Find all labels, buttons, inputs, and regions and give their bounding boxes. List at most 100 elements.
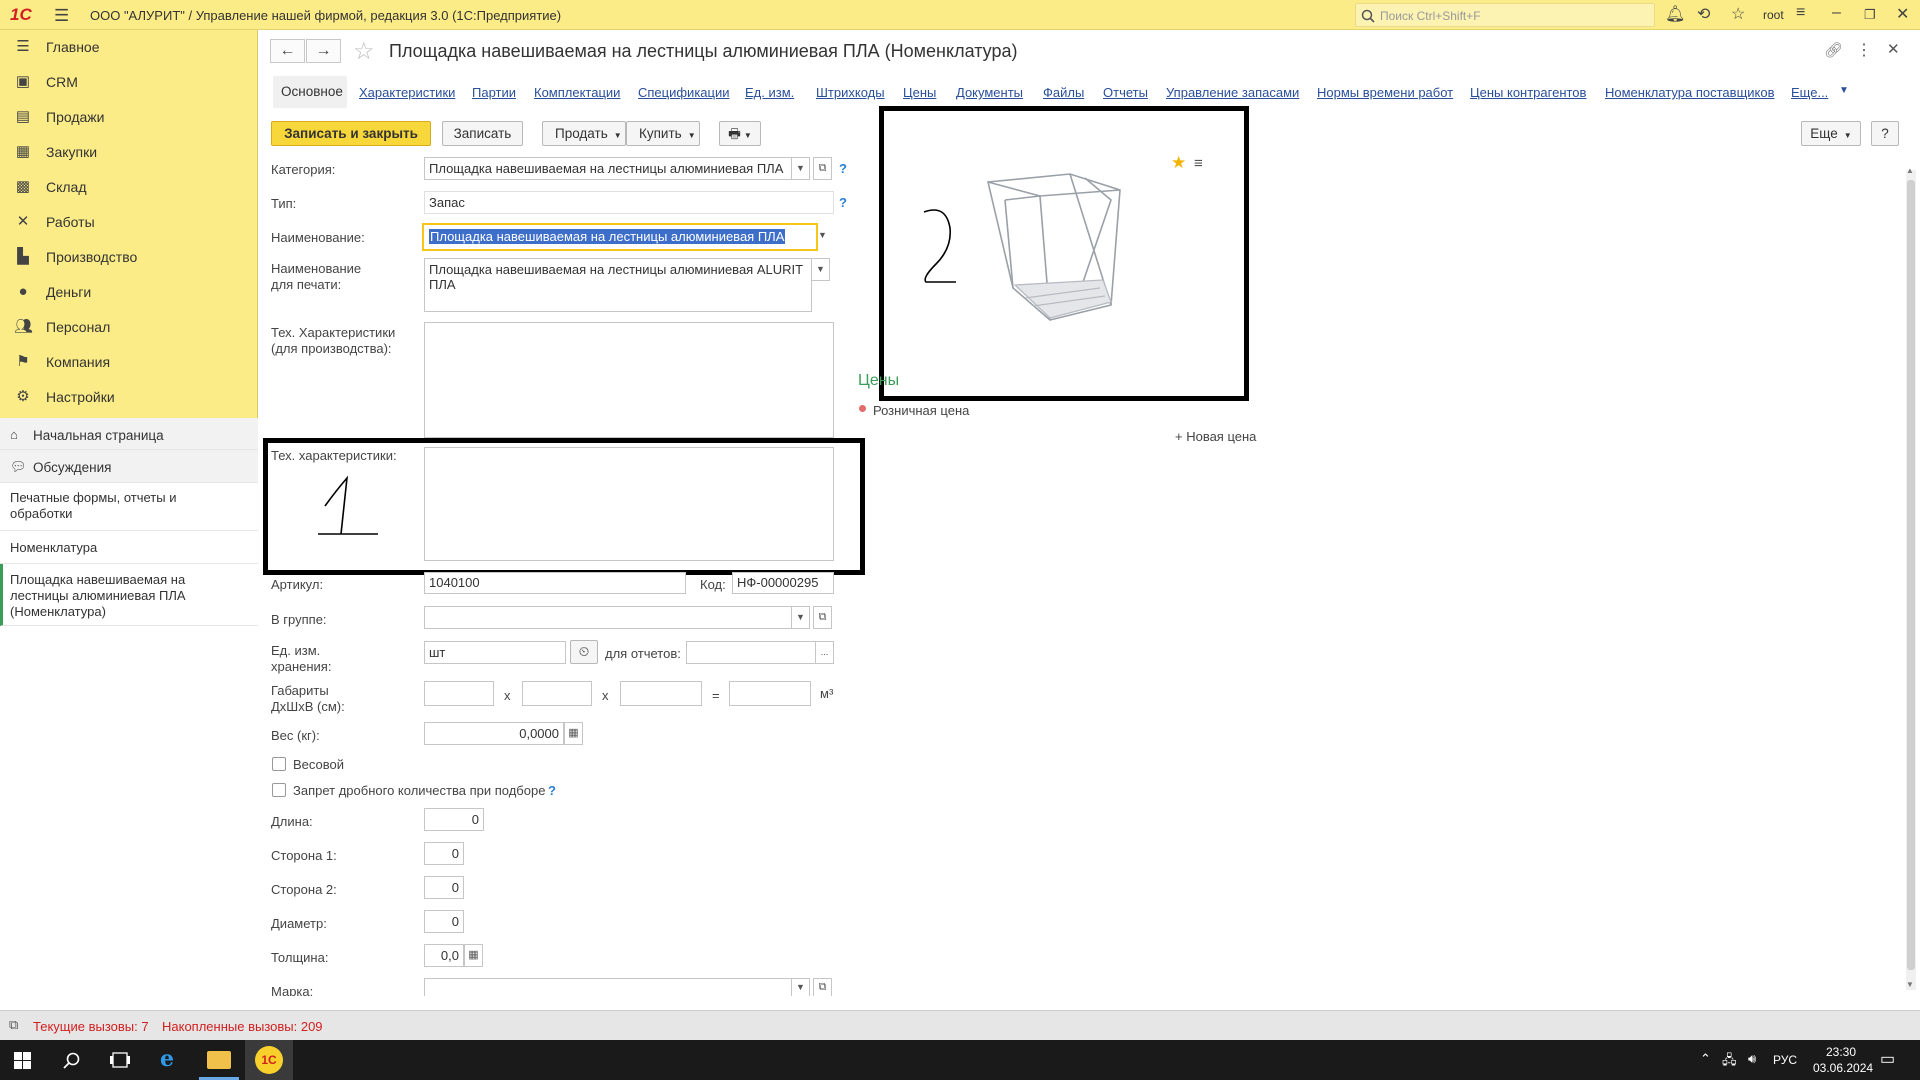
- save-button[interactable]: Записать: [442, 121, 523, 146]
- sidebar-item-sales[interactable]: ▤ Продажи: [0, 100, 258, 135]
- ie-icon[interactable]: e: [160, 1046, 174, 1072]
- name-dropdown-icon[interactable]: ▼: [813, 225, 832, 248]
- tab-units[interactable]: Ед. изм.: [745, 85, 794, 100]
- main-image-star-icon[interactable]: ★: [1171, 153, 1186, 173]
- calculator-icon[interactable]: ▦: [564, 722, 583, 745]
- new-price-link[interactable]: + Новая цена: [1175, 429, 1256, 444]
- tab-counterparty-prices[interactable]: Цены контрагентов: [1470, 85, 1586, 100]
- tray-chevron-icon[interactable]: ⌃: [1700, 1051, 1711, 1067]
- thickness-input[interactable]: 0,0: [424, 944, 464, 967]
- help-icon[interactable]: ?: [839, 161, 847, 176]
- sidebar-item-works[interactable]: ✕ Работы: [0, 205, 258, 240]
- task-view-icon[interactable]: [110, 1052, 130, 1068]
- settings-menu-icon[interactable]: ≡: [1796, 4, 1805, 22]
- diameter-input[interactable]: 0: [424, 910, 464, 933]
- help-icon[interactable]: ?: [548, 783, 556, 798]
- buy-button[interactable]: Купить ▼: [626, 121, 700, 146]
- onec-taskbar-button[interactable]: 1С: [245, 1040, 293, 1080]
- sidebar-print-forms[interactable]: Печатные формы, отчеты и обработки: [0, 483, 258, 531]
- main-menu-icon[interactable]: ☰: [54, 6, 69, 26]
- tab-specifications[interactable]: Спецификации: [638, 85, 730, 100]
- close-window-icon[interactable]: ✕: [1896, 4, 1909, 24]
- tech-textarea[interactable]: [424, 447, 834, 561]
- taskbar-search-icon[interactable]: [63, 1052, 80, 1069]
- explorer-icon[interactable]: [207, 1051, 231, 1069]
- tab-documents[interactable]: Документы: [956, 85, 1023, 100]
- notification-center-icon[interactable]: ▭: [1880, 1049, 1895, 1069]
- sidebar-discussions[interactable]: 💬︎ Обсуждения: [0, 450, 258, 483]
- tab-reports[interactable]: Отчеты: [1103, 85, 1148, 100]
- sidebar-item-money[interactable]: ● Деньги: [0, 275, 258, 310]
- forward-button[interactable]: →: [306, 39, 341, 63]
- tab-more[interactable]: Еще...: [1791, 85, 1828, 100]
- weighted-checkbox[interactable]: [272, 757, 286, 771]
- sidebar-item-crm[interactable]: ▣ CRM: [0, 65, 258, 100]
- dim-length-input[interactable]: [424, 681, 494, 706]
- weight-input[interactable]: 0,0000: [424, 722, 564, 745]
- language-indicator[interactable]: РУС: [1773, 1053, 1797, 1067]
- help-button[interactable]: ?: [1871, 121, 1899, 146]
- print-name-dropdown-icon[interactable]: ▼: [811, 258, 830, 281]
- scrollbar-thumb[interactable]: [1907, 180, 1915, 970]
- print-button[interactable]: 🖶︎ ▼: [719, 121, 761, 146]
- retail-price-label[interactable]: Розничная цена: [873, 403, 969, 418]
- more-button[interactable]: Еще ▼: [1801, 121, 1861, 146]
- notifications-icon[interactable]: 🔔︎: [1665, 4, 1685, 24]
- dim-height-input[interactable]: [620, 681, 702, 706]
- sidebar-home[interactable]: ⌂ Начальная страница: [0, 418, 258, 450]
- sidebar-item-main[interactable]: ☰ Главное: [0, 30, 258, 65]
- sidebar-item-company[interactable]: ⚑ Компания: [0, 345, 258, 380]
- network-icon[interactable]: 🖧︎: [1722, 1051, 1737, 1073]
- unit-input[interactable]: шт: [424, 641, 566, 664]
- windows-start-icon[interactable]: [14, 1052, 31, 1069]
- history-icon[interactable]: ⟲: [1697, 4, 1710, 24]
- image-menu-icon[interactable]: ≡: [1194, 155, 1203, 172]
- tab-batches[interactable]: Партии: [472, 85, 516, 100]
- tab-supplier-nomenclature[interactable]: Номенклатура поставщиков: [1605, 85, 1775, 100]
- category-open-icon[interactable]: ⧉: [813, 157, 832, 180]
- search-field[interactable]: Поиск Ctrl+Shift+F: [1355, 3, 1655, 27]
- category-input[interactable]: Площадка навешиваемая на лестницы алюмин…: [424, 157, 792, 180]
- sidebar-open-item[interactable]: Площадка навешиваемая на лестницы алюмин…: [0, 564, 258, 626]
- sell-button[interactable]: Продать ▼: [542, 121, 626, 146]
- dim-width-input[interactable]: [522, 681, 592, 706]
- article-input[interactable]: 1040100: [424, 572, 686, 594]
- sidebar-item-staff[interactable]: 👥︎ Персонал: [0, 310, 258, 345]
- clock-date[interactable]: 03.06.2024: [1813, 1061, 1873, 1075]
- no-fraction-checkbox[interactable]: [272, 783, 286, 797]
- tab-characteristics[interactable]: Характеристики: [359, 85, 455, 100]
- minimize-icon[interactable]: –: [1832, 4, 1841, 22]
- dim-volume-input[interactable]: [729, 681, 811, 706]
- brand-input[interactable]: [424, 978, 792, 996]
- tab-prices[interactable]: Цены: [903, 85, 936, 100]
- tab-barcodes[interactable]: Штрихкоды: [816, 85, 885, 100]
- favorites-icon[interactable]: ☆: [1731, 4, 1745, 24]
- link-icon[interactable]: 🔗︎: [1824, 41, 1843, 59]
- tab-work-time-norms[interactable]: Нормы времени работ: [1317, 85, 1453, 100]
- sidebar-item-production[interactable]: ▙ Производство: [0, 240, 258, 275]
- sidebar-item-purchases[interactable]: ▦ Закупки: [0, 135, 258, 170]
- tech-prod-textarea[interactable]: [424, 322, 834, 438]
- group-open-icon[interactable]: ⧉: [813, 606, 832, 629]
- type-input[interactable]: Запас: [424, 191, 834, 214]
- group-input[interactable]: [424, 606, 792, 629]
- brand-open-icon[interactable]: ⧉: [813, 978, 832, 996]
- calls-window-icon[interactable]: ⧉: [9, 1017, 18, 1033]
- close-form-icon[interactable]: ✕: [1887, 40, 1900, 58]
- category-dropdown-icon[interactable]: ▼: [791, 157, 810, 180]
- tab-more-chevron-icon[interactable]: ▼: [1839, 85, 1849, 96]
- form-menu-icon[interactable]: ⋮: [1856, 40, 1872, 60]
- save-close-button[interactable]: Записать и закрыть: [271, 121, 431, 146]
- favorite-star-icon[interactable]: ☆: [353, 37, 375, 66]
- tab-main[interactable]: Основное: [273, 76, 347, 108]
- side2-input[interactable]: 0: [424, 876, 464, 899]
- group-dropdown-icon[interactable]: ▼: [791, 606, 810, 629]
- tab-sets[interactable]: Комплектации: [534, 85, 620, 100]
- calculator-icon[interactable]: ▦: [464, 944, 483, 967]
- volume-icon[interactable]: 🔊︎: [1748, 1051, 1756, 1067]
- length-input[interactable]: 0: [424, 808, 484, 831]
- help-icon[interactable]: ?: [839, 195, 847, 210]
- clock-time[interactable]: 23:30: [1821, 1045, 1861, 1059]
- tab-files[interactable]: Файлы: [1043, 85, 1084, 100]
- user-name[interactable]: root: [1763, 8, 1784, 22]
